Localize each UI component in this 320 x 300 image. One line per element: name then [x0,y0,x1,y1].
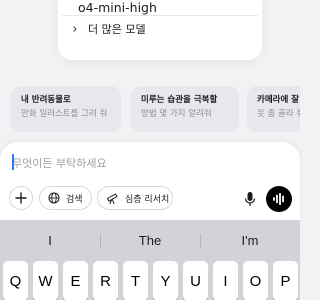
suggestion-subtitle: 방법 몇 가지 알려줘 [141,109,212,119]
suggestion-title: 카메라에 잘 받 [257,95,300,105]
key-u[interactable]: U [183,261,208,300]
prediction-suggestion[interactable]: I [0,220,100,260]
suggestion-cards: 내 반려동물로 만화 일러스트를 그려 줘 미루는 습관을 극복할 방법 몇 가… [0,86,300,132]
model-menu: o4-mini-high › 더 많은 모델 [58,0,262,60]
text-caret [12,154,14,170]
prediction-suggestion[interactable]: The [100,220,200,260]
voice-waveform-icon [273,193,284,205]
prediction-suggestion[interactable]: I'm [200,220,300,260]
composer-toolbar: 검색 심층 리서치 [0,186,300,212]
key-y[interactable]: Y [153,261,178,300]
predictive-text-bar: I The I'm [0,220,300,260]
chevron-right-icon: › [72,21,78,37]
key-o[interactable]: O [243,261,268,300]
suggestion-subtitle: 옷 좀 골라 줘 [257,109,300,119]
dictation-button[interactable] [240,189,260,209]
suggestion-card[interactable]: 미루는 습관을 극복할 방법 몇 가지 알려줘 [131,86,239,132]
suggestion-title: 미루는 습관을 극복할 [141,95,218,105]
microphone-icon [244,192,256,206]
deep-research-label: 심층 리서치 [125,194,170,205]
key-t[interactable]: T [123,261,148,300]
search-button[interactable]: 검색 [39,186,92,210]
deep-research-button[interactable]: 심층 리서치 [97,186,173,210]
more-models-label: 더 많은 모델 [88,23,146,36]
message-composer: 검색 심층 리서치 [0,142,300,220]
menu-item-more-models[interactable]: › 더 많은 모델 [64,18,254,40]
suggestion-title: 내 반려동물로 [21,95,71,105]
key-w[interactable]: W [33,261,58,300]
key-p[interactable]: P [273,261,298,300]
message-input[interactable] [12,154,272,172]
add-attachment-button[interactable] [9,186,33,210]
suggestion-card[interactable]: 카메라에 잘 받 옷 좀 골라 줘 [247,86,300,132]
globe-icon [48,192,60,204]
search-label: 검색 [66,194,83,205]
key-q[interactable]: Q [3,261,28,300]
keyboard: I The I'm Q W E R T Y U I O P [0,220,300,300]
key-e[interactable]: E [63,261,88,300]
keyboard-row-1: Q W E R T Y U I O P [0,261,300,300]
menu-divider [62,15,258,16]
suggestion-card[interactable]: 내 반려동물로 만화 일러스트를 그려 줘 [11,86,121,132]
voice-mode-button[interactable] [266,186,292,212]
suggestion-subtitle: 만화 일러스트를 그려 줘 [21,109,108,119]
plus-icon [15,192,27,204]
key-r[interactable]: R [93,261,118,300]
telescope-icon [107,193,118,204]
key-i[interactable]: I [213,261,238,300]
